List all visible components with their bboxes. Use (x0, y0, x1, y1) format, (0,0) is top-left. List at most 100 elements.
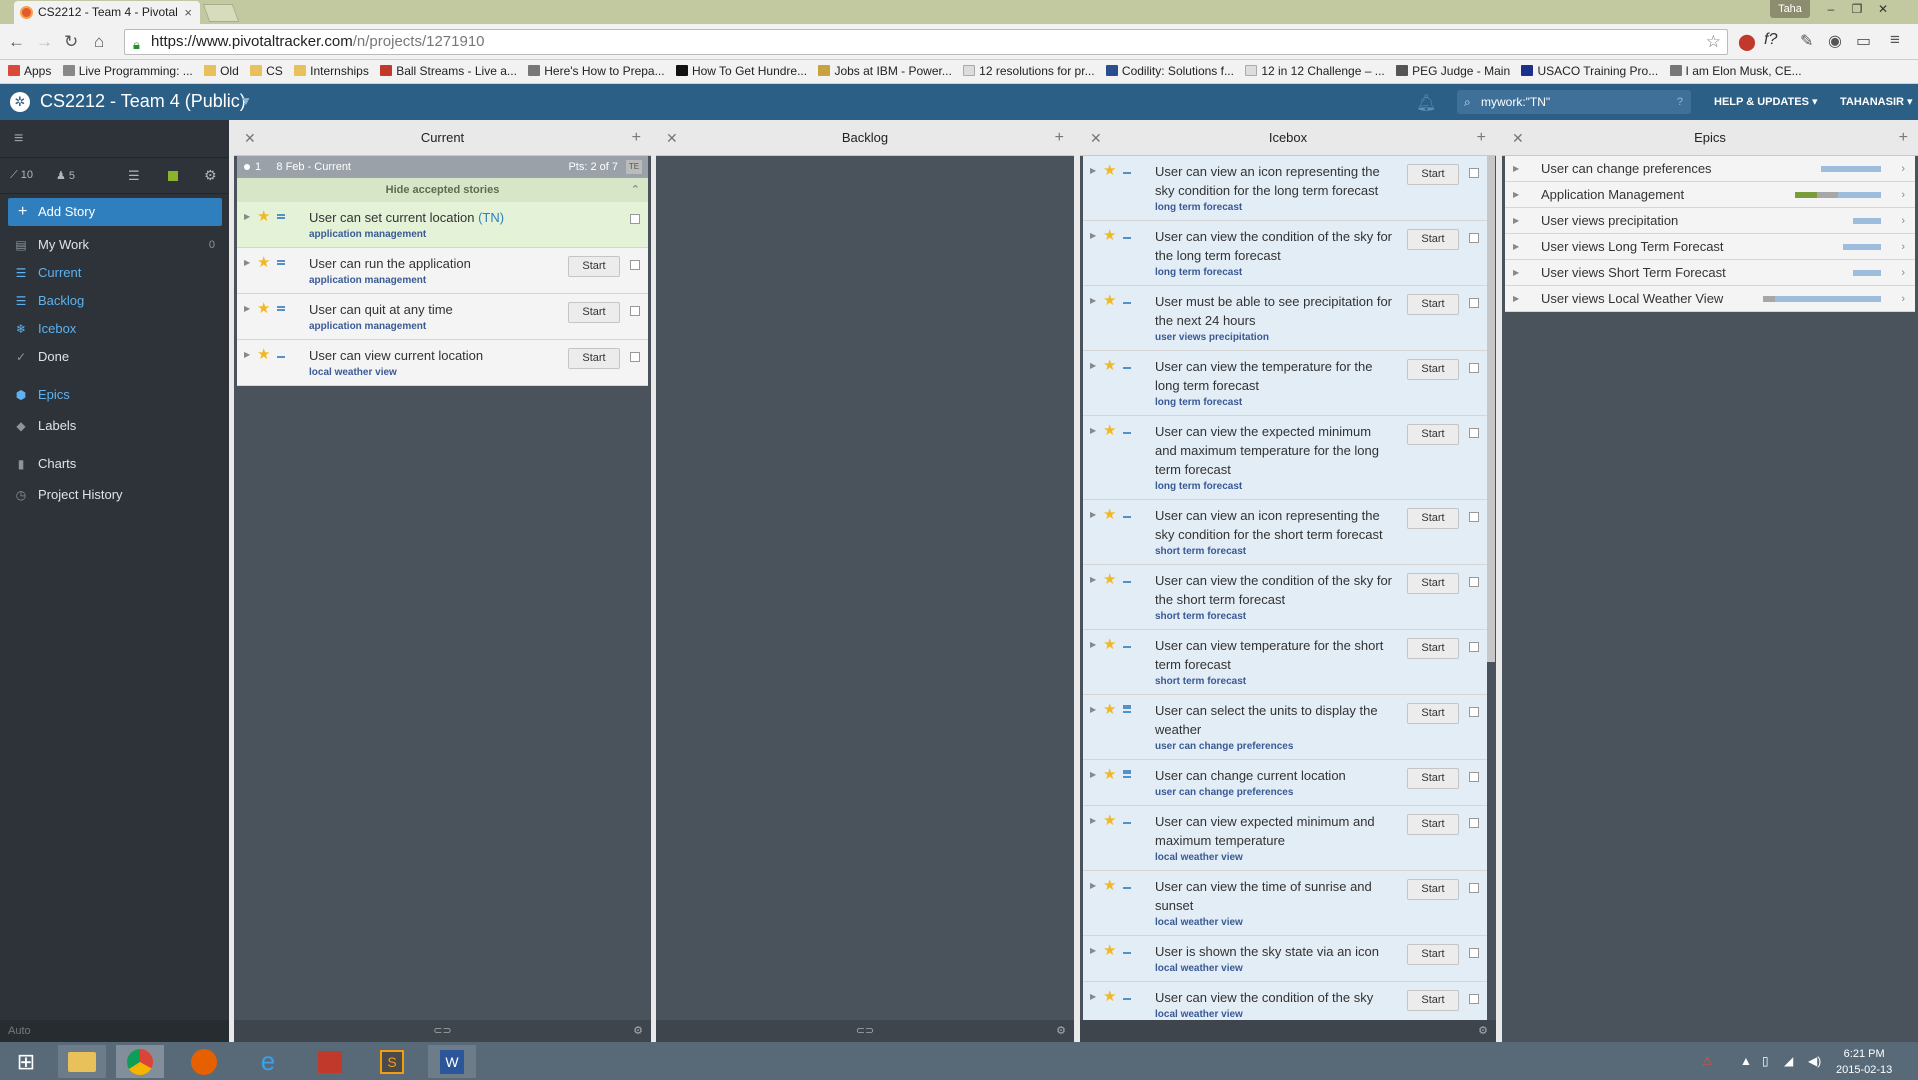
tab-close-icon[interactable]: × (184, 1, 192, 24)
select-checkbox[interactable] (1469, 298, 1479, 308)
minimize-icon[interactable]: – (1820, 2, 1842, 18)
story-label[interactable]: application management (309, 273, 556, 289)
chevron-right-icon[interactable]: › (1901, 156, 1905, 182)
adblock-icon[interactable]: ⬤ (1738, 32, 1756, 52)
story-label[interactable]: short term forecast (1155, 609, 1395, 625)
link-icon[interactable]: ⊂⊃ (856, 1025, 874, 1037)
bookmark-item[interactable]: Live Programming: ... (62, 60, 193, 82)
select-checkbox[interactable] (1469, 883, 1479, 893)
story-label[interactable]: long term forecast (1155, 479, 1395, 495)
notification-bell-icon[interactable]: 🔔︎ (1416, 93, 1436, 113)
bookmark-folder[interactable]: Internships (294, 60, 369, 82)
list-view-icon[interactable]: ☰ (128, 168, 140, 184)
start-button[interactable]: Start (1407, 638, 1459, 659)
new-tab-button[interactable] (202, 4, 240, 22)
add-story-icon[interactable]: + (1055, 120, 1064, 156)
expand-icon[interactable]: ▶ (1090, 705, 1096, 714)
start-button[interactable]: Start (1407, 573, 1459, 594)
restore-icon[interactable]: ❐ (1846, 2, 1868, 18)
expand-icon[interactable]: ▶ (1090, 640, 1096, 649)
bookmark-item[interactable]: Jobs at IBM - Power... (818, 60, 952, 82)
start-button[interactable]: Start (1407, 879, 1459, 900)
forward-icon[interactable]: → (36, 32, 53, 52)
chevron-right-icon[interactable]: › (1901, 260, 1905, 286)
start-button[interactable]: Start (1407, 814, 1459, 835)
file-explorer-icon[interactable] (58, 1045, 106, 1078)
story-label[interactable]: long term forecast (1155, 200, 1395, 216)
expand-icon[interactable]: ▶ (1090, 296, 1096, 305)
story-label[interactable]: application management (309, 319, 556, 335)
bookmark-item[interactable]: PEG Judge - Main (1396, 60, 1510, 82)
link-icon[interactable]: ⊂⊃ (433, 1025, 451, 1037)
tray-expand-icon[interactable]: ▲ (1740, 1054, 1752, 1068)
bookmark-star-icon[interactable]: ☆ (1706, 30, 1721, 54)
bookmark-item[interactable]: I am Elon Musk, CE... (1669, 60, 1802, 82)
internet-explorer-icon[interactable]: e (244, 1045, 292, 1078)
start-button[interactable]: Start (1407, 294, 1459, 315)
sidebar-item-current[interactable]: ☰ Current (0, 260, 229, 286)
sidebar-item-epics[interactable]: ⬢ Epics (0, 382, 229, 408)
close-window-icon[interactable]: ✕ (1872, 2, 1894, 18)
expand-icon[interactable]: ▶ (1090, 231, 1096, 240)
start-button[interactable]: Start (568, 256, 620, 277)
select-checkbox[interactable] (1469, 994, 1479, 1004)
expand-icon[interactable]: ▶ (1090, 510, 1096, 519)
formula-extension-icon[interactable]: f? (1764, 31, 1777, 49)
story-row[interactable]: ▶ ★ User can change current location user c… (1083, 760, 1487, 806)
gear-icon[interactable]: ⚙ (204, 167, 217, 184)
cast-icon[interactable]: ▭ (1856, 31, 1871, 51)
address-bar[interactable]: 🔒︎ https://www.pivotaltracker.com/n/proj… (124, 29, 1728, 55)
epic-row[interactable]: ▶ User views Short Term Forecast › (1505, 260, 1915, 286)
expand-icon[interactable]: ▶ (1090, 575, 1096, 584)
start-button[interactable]: Start (568, 302, 620, 323)
story-label[interactable]: local weather view (1155, 1007, 1395, 1020)
chevron-right-icon[interactable]: › (1901, 208, 1905, 234)
story-row[interactable]: ▶ ★ User can quit at any time applicatio… (237, 294, 648, 340)
select-checkbox[interactable] (630, 352, 640, 362)
story-row[interactable]: ▶ ★ User can view current location local… (237, 340, 648, 386)
story-row[interactable]: ▶ ★ User can select the units to display t… (1083, 695, 1487, 760)
select-checkbox[interactable] (630, 214, 640, 224)
story-label[interactable]: user views precipitation (1155, 330, 1395, 346)
firefox-icon[interactable] (180, 1045, 228, 1078)
auto-label[interactable]: Auto (8, 1025, 31, 1037)
hide-accepted-toggle[interactable]: Hide accepted stories ⌃ (237, 178, 648, 202)
project-title[interactable]: CS2212 - Team 4 (Public) (40, 91, 246, 112)
iteration-header[interactable]: 1 8 Feb - Current Pts: 2 of 7 TE (237, 156, 648, 178)
chevron-down-icon[interactable]: ▼ (240, 94, 252, 108)
panel-settings-gear-icon[interactable]: ⚙ (633, 1020, 643, 1042)
user-menu[interactable]: TAHANASIR ▾ (1840, 95, 1913, 108)
story-label[interactable]: short term forecast (1155, 674, 1395, 690)
sidebar-item-my-work[interactable]: ▤ My Work 0 (0, 232, 229, 258)
bookmark-item[interactable]: Here's How to Prepa... (528, 60, 665, 82)
close-panel-icon[interactable]: ✕ (1090, 120, 1102, 156)
store-apps-icon[interactable] (306, 1045, 354, 1078)
close-panel-icon[interactable]: ✕ (666, 120, 678, 156)
start-button[interactable]: Start (1407, 944, 1459, 965)
expand-icon[interactable]: ▶ (244, 212, 250, 221)
tray-alert-icon[interactable]: ⚠ (1702, 1054, 1713, 1068)
start-button[interactable]: Start (1407, 229, 1459, 250)
select-checkbox[interactable] (1469, 168, 1479, 178)
story-label[interactable]: local weather view (309, 365, 556, 381)
story-label[interactable]: short term forecast (1155, 544, 1395, 560)
expand-icon[interactable]: ▶ (1090, 166, 1096, 175)
volume-icon[interactable]: ◀) (1808, 1054, 1821, 1068)
expand-icon[interactable]: ▶ (1090, 816, 1096, 825)
panel-settings-gear-icon[interactable]: ⚙ (1056, 1020, 1066, 1042)
back-icon[interactable]: ← (8, 32, 25, 52)
eyedropper-icon[interactable]: ✎ (1800, 31, 1813, 51)
home-icon[interactable]: ⌂ (94, 32, 104, 52)
epic-row[interactable]: ▶ User can change preferences › (1505, 156, 1915, 182)
select-checkbox[interactable] (630, 306, 640, 316)
select-checkbox[interactable] (1469, 772, 1479, 782)
bookmark-item[interactable]: 12 in 12 Challenge – ... (1245, 60, 1385, 82)
chevron-right-icon[interactable]: › (1901, 286, 1905, 312)
start-button[interactable]: Start (1407, 508, 1459, 529)
chevron-right-icon[interactable]: › (1901, 182, 1905, 208)
select-checkbox[interactable] (1469, 577, 1479, 587)
story-label[interactable]: local weather view (1155, 915, 1395, 931)
bookmark-item[interactable]: Ball Streams - Live a... (380, 60, 517, 82)
taskbar-clock[interactable]: 6:21 PM 2015-02-13 (1836, 1046, 1892, 1078)
story-label[interactable]: local weather view (1155, 961, 1395, 977)
